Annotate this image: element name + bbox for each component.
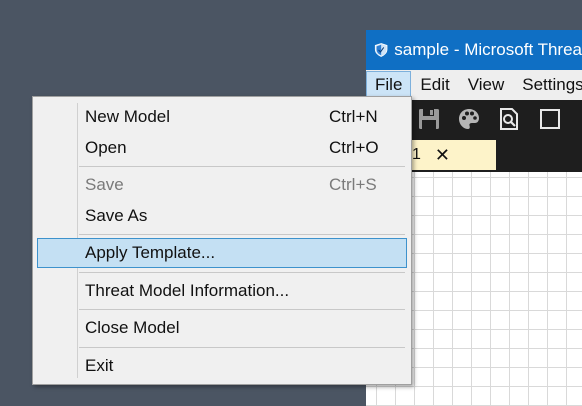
palette-icon[interactable]: [456, 106, 482, 132]
menu-item-label: Apply Template...: [85, 243, 216, 262]
menu-item-save[interactable]: Save Ctrl+S: [37, 170, 407, 200]
menu-item-save-as[interactable]: Save As: [37, 201, 407, 231]
view-icon[interactable]: [536, 106, 562, 132]
menu-item-label: Exit: [85, 356, 114, 375]
menu-item-label: New Model: [85, 107, 171, 126]
menu-item-shortcut: Ctrl+O: [329, 138, 379, 157]
menu-edit[interactable]: Edit: [411, 71, 458, 99]
menu-item-threat-model-information[interactable]: Threat Model Information...: [37, 276, 407, 306]
menu-item-label: Save: [85, 175, 124, 194]
menu-item-label: Threat Model Information...: [85, 281, 290, 300]
shield-icon: [374, 43, 388, 57]
menu-item-shortcut: Ctrl+S: [329, 175, 377, 194]
title-bar[interactable]: sample - Microsoft Threa: [366, 30, 582, 70]
menu-item-apply-template[interactable]: Apply Template...: [37, 238, 407, 268]
menu-item-shortcut: Ctrl+N: [329, 107, 378, 126]
menu-separator: [79, 347, 405, 348]
menu-separator: [79, 272, 405, 273]
menu-item-open[interactable]: Open Ctrl+O: [37, 133, 407, 163]
menu-item-label: Open: [85, 138, 127, 157]
report-icon[interactable]: [496, 106, 522, 132]
menu-item-new-model[interactable]: New Model Ctrl+N: [37, 102, 407, 132]
file-menu-dropdown: New Model Ctrl+N Open Ctrl+O Save Ctrl+S…: [32, 96, 412, 385]
menu-view[interactable]: View: [459, 71, 514, 99]
menu-settings[interactable]: Settings: [513, 71, 582, 99]
menu-item-close-model[interactable]: Close Model: [37, 313, 407, 343]
menu-item-exit[interactable]: Exit: [37, 351, 407, 381]
menu-file[interactable]: File: [366, 71, 412, 99]
menu-separator: [79, 234, 405, 235]
window-title: sample - Microsoft Threa: [394, 40, 582, 59]
menu-separator: [79, 166, 405, 167]
menu-separator: [79, 309, 405, 310]
close-icon[interactable]: ✕: [435, 145, 450, 166]
save-icon[interactable]: [416, 106, 442, 132]
menu-item-label: Save As: [85, 206, 148, 225]
menu-item-label: Close Model: [85, 318, 180, 337]
